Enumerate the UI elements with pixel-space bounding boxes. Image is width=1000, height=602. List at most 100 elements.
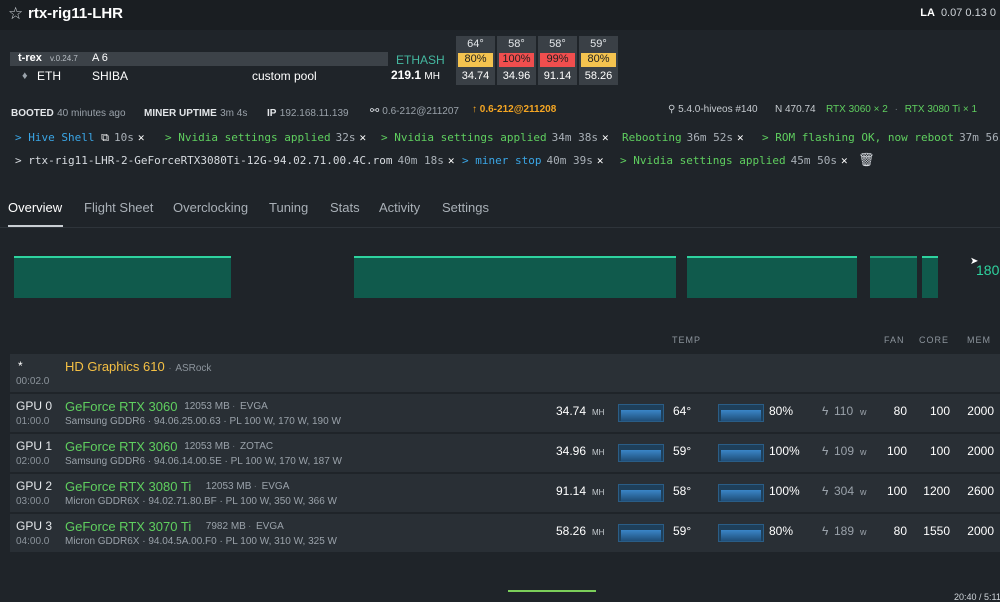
gpu-summary-1: RTX 3060 × 2 (826, 104, 888, 115)
hashrate-sparkline (618, 484, 664, 502)
gpu-temp: 58° (673, 484, 692, 498)
fan-sparkline (718, 444, 764, 462)
favorite-star-icon[interactable]: ☆ (8, 4, 23, 24)
os-version: 5.4.0-hiveos #140 (678, 104, 758, 115)
close-icon[interactable]: ✕ (602, 131, 609, 144)
tab-activity[interactable]: Activity (379, 200, 420, 215)
top-bar (0, 0, 1000, 30)
gpu-card-hashrate: 58.26 (584, 70, 613, 82)
gpu-row[interactable]: GPU 1 02:00.0 GeForce RTX 3060 12053 MB · ZOT… (10, 434, 1000, 472)
hashrate-sparkline (618, 404, 664, 422)
gpu-fan-percent: 80% (769, 404, 794, 418)
message-time: 40m 18s (397, 154, 444, 167)
gpu-memory: 12053 MB (205, 481, 252, 492)
gpu-bus: 04:00.0 (16, 536, 50, 547)
activity-message[interactable]: > Nvidia settings applied 45m 50s ✕ (620, 152, 848, 170)
message-time: 34m 38s (551, 131, 598, 144)
gpu-hashrate-unit: MH (592, 408, 605, 417)
trash-icon[interactable]: 🗑 (858, 152, 875, 168)
close-icon[interactable]: ✕ (138, 131, 145, 144)
ethereum-icon: ♦ (22, 70, 28, 82)
activity-message[interactable]: > Nvidia settings applied 34m 38s ✕ (381, 129, 609, 147)
gpu-card-temp: 58° (549, 38, 566, 50)
close-icon[interactable]: ✕ (597, 154, 604, 167)
booted-value: 40 minutes ago (57, 108, 126, 119)
tab-stats[interactable]: Stats (330, 200, 360, 215)
gpu-row[interactable]: GPU 0 01:00.0 GeForce RTX 3060 12053 MB · EVG… (10, 394, 1000, 432)
tab-overview[interactable]: Overview (8, 200, 62, 215)
miner-name[interactable]: t-rex (18, 52, 42, 64)
gpu-power: 110 (834, 404, 854, 418)
gpu-summary-card[interactable]: 59° 80% 58.26 (579, 36, 618, 85)
fan-sparkline (718, 484, 764, 502)
activity-message[interactable]: > Hive Shell ⧉ 10s ✕ (15, 129, 144, 147)
fan-sparkline (718, 404, 764, 422)
gpu-summary: RTX 3060 × 2 · RTX 3080 Ti × 1 (826, 104, 977, 115)
igpu-vendor: ASRock (175, 363, 212, 374)
gpu-core-clock: 100 (929, 404, 950, 418)
tab-overclocking[interactable]: Overclocking (173, 200, 248, 215)
tab-settings[interactable]: Settings (442, 200, 489, 215)
la-values: 0.07 0.13 0 (940, 7, 996, 19)
gpu-row[interactable]: GPU 2 03:00.0 GeForce RTX 3080 Ti 12053 MB ·… (10, 474, 1000, 512)
message-time: 32s (335, 131, 356, 144)
gpu-card-hashrate: 91.14 (543, 70, 572, 82)
gpu-name[interactable]: GeForce RTX 3060 (65, 399, 177, 414)
activity-message[interactable]: > Nvidia settings applied 32s ✕ (165, 129, 366, 147)
external-link-icon[interactable]: ⧉ (94, 131, 109, 144)
pool-name: custom pool (252, 69, 317, 83)
hashrate-history-segment (687, 256, 857, 298)
activity-message[interactable]: > ROM flashing OK, now reboot 37m 56s (762, 129, 1000, 147)
gpu-core-clock: 1200 (923, 484, 950, 498)
ip-value: 192.168.11.139 (279, 108, 349, 119)
gpu-vendor-dot: · (232, 401, 236, 412)
gpu-summary-card[interactable]: 58° 99% 91.14 (538, 36, 577, 85)
gpu-name[interactable]: GeForce RTX 3080 Ti (65, 479, 191, 494)
gpu-details: Micron GDDR6X · 94.04.5A.00.F0 · PL 100 … (65, 536, 337, 547)
gpu-mem-clock: 2000 (967, 404, 994, 418)
booted-label: BOOTED (11, 108, 54, 119)
close-icon[interactable]: ✕ (448, 154, 455, 167)
gpu-bus: 02:00.0 (16, 456, 50, 467)
gpu-row[interactable]: GPU 3 04:00.0 GeForce RTX 3070 Ti 7982 MB · E… (10, 514, 1000, 552)
close-icon[interactable]: ✕ (359, 131, 366, 144)
activity-message[interactable]: > miner stop 40m 39s ✕ (462, 152, 603, 170)
gpu-card-fan: 80% (458, 53, 493, 67)
activity-message[interactable]: Rebooting 36m 52s ✕ (622, 129, 744, 147)
column-header-temp: TEMP (672, 335, 702, 345)
gpu-summary-2: RTX 3080 Ti × 1 (904, 104, 978, 115)
gpu-name[interactable]: GeForce RTX 3060 (65, 439, 177, 454)
column-header-core: CORE (919, 335, 950, 345)
gpu-fan: 100 (886, 484, 907, 498)
igpu-row[interactable]: * 00:02.0 HD Graphics 610 · ASRock (10, 354, 1000, 392)
gpu-temp: 59° (673, 524, 692, 538)
message-time: 36m 52s (686, 131, 733, 144)
gpu-vendor: EVGA (256, 521, 284, 532)
gpu-bus: 01:00.0 (16, 416, 50, 427)
gpu-hashrate: 91.14 (556, 484, 587, 498)
gpu-hashrate-unit: MH (592, 528, 605, 537)
gpu-power: 109 (834, 444, 855, 458)
gpu-fan: 100 (886, 444, 907, 458)
tab-tuning[interactable]: Tuning (269, 200, 308, 215)
gpu-card-hashrate: 34.96 (502, 70, 531, 82)
rig-title: rtx-rig11-LHR (28, 5, 124, 22)
gpu-fan-percent: 100% (769, 484, 800, 498)
tab-flight-sheet[interactable]: Flight Sheet (84, 200, 153, 215)
gpu-summary-card[interactable]: 58° 100% 34.96 (497, 36, 536, 85)
hashrate-history-segment (922, 256, 938, 298)
gpu-summary-card[interactable]: 64° 80% 34.74 (456, 36, 495, 85)
gpu-name[interactable]: GeForce RTX 3070 Ti (65, 519, 191, 534)
close-icon[interactable]: ✕ (737, 131, 744, 144)
update-available[interactable]: ↑ 0.6-212@211208 (472, 104, 556, 115)
gpu-core-clock: 100 (929, 444, 950, 458)
hashrate-history-segment (870, 256, 917, 298)
gpu-details: Samsung GDDR6 · 94.06.25.00.63 · PL 100 … (65, 416, 341, 427)
activity-message[interactable]: > rtx-rig11-LHR-2-GeForceRTX3080Ti-12G-9… (15, 152, 454, 170)
ip-info: IP 192.168.11.139 (267, 105, 349, 119)
driver-version: N 470.74 (775, 104, 816, 115)
gpu-id: GPU 2 (16, 479, 53, 493)
gpu-bus: 03:00.0 (16, 496, 50, 507)
close-icon[interactable]: ✕ (841, 154, 848, 167)
hashrate-sparkline (618, 444, 664, 462)
